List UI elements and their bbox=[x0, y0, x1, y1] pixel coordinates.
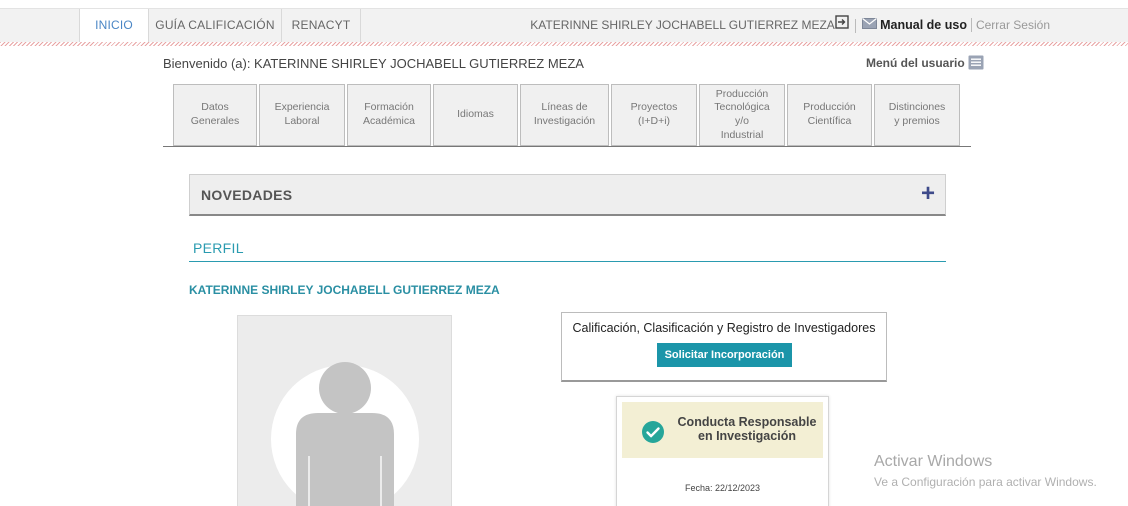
tab-distinciones-premios[interactable]: Distinciones y premios bbox=[874, 84, 960, 146]
menu-list-icon bbox=[968, 55, 984, 73]
tab-label: Distinciones y premios bbox=[888, 101, 946, 127]
calificacion-card: Calificación, Clasificación y Registro d… bbox=[561, 312, 887, 382]
check-circle-icon bbox=[641, 420, 665, 449]
tab-label: Datos Generales bbox=[190, 101, 240, 127]
badge-title: Conducta Responsable en Investigación bbox=[677, 415, 817, 444]
windows-activation-subtitle: Ve a Configuración para activar Windows. bbox=[874, 475, 1097, 489]
top-navbar-strip: INICIO GUÍA CALIFICACIÓN RENACYT KATERIN… bbox=[0, 8, 1128, 42]
profile-section-tabs: Datos Generales Experiencia Laboral Form… bbox=[163, 84, 971, 147]
user-menu-label: Menú del usuario bbox=[866, 56, 965, 71]
nav-tab-renacyt[interactable]: RENACYT bbox=[282, 9, 361, 42]
default-user-avatar-icon bbox=[271, 362, 419, 506]
username-label: KATERINNE SHIRLEY JOCHABELL GUTIERREZ ME… bbox=[530, 18, 835, 32]
decorative-stripe bbox=[0, 42, 1128, 46]
tab-label: Producción Tecnológica y/o Industrial bbox=[714, 87, 770, 141]
expand-plus-icon[interactable]: + bbox=[921, 182, 935, 206]
tab-label: Experiencia Laboral bbox=[274, 101, 330, 127]
researcher-full-name: KATERINNE SHIRLEY JOCHABELL GUTIERREZ ME… bbox=[189, 283, 500, 297]
windows-activation-title: Activar Windows bbox=[874, 453, 993, 470]
tab-experiencia-laboral[interactable]: Experiencia Laboral bbox=[259, 84, 345, 146]
logout-link[interactable]: Cerrar Sesión bbox=[970, 18, 1050, 32]
avatar bbox=[237, 315, 452, 506]
perfil-heading: PERFIL bbox=[193, 240, 244, 256]
conducta-responsable-badge: Conducta Responsable en Investigación Fe… bbox=[616, 396, 829, 506]
exit-profile-icon[interactable] bbox=[835, 9, 849, 42]
mail-icon[interactable] bbox=[861, 9, 877, 42]
top-navbar: INICIO GUÍA CALIFICACIÓN RENACYT KATERIN… bbox=[0, 0, 1128, 46]
tab-label: Formación Académica bbox=[363, 101, 415, 127]
badge-header: Conducta Responsable en Investigación bbox=[622, 402, 823, 458]
nav-tab-inicio[interactable]: INICIO bbox=[79, 9, 149, 42]
calificacion-card-title: Calificación, Clasificación y Registro d… bbox=[572, 321, 876, 335]
badge-date: Fecha: 22/12/2023 bbox=[684, 483, 761, 493]
welcome-text: Bienvenido (a): KATERINNE SHIRLEY JOCHAB… bbox=[163, 56, 584, 71]
tab-lineas-investigacion[interactable]: Líneas de Investigación bbox=[520, 84, 609, 146]
tab-label: Producción Científica bbox=[803, 101, 856, 127]
tab-label: Proyectos (I+D+i) bbox=[630, 101, 678, 127]
user-menu-button[interactable]: Menú del usuario bbox=[866, 55, 984, 73]
tab-label: Idiomas bbox=[457, 108, 494, 121]
tab-label: Líneas de Investigación bbox=[533, 101, 596, 127]
user-toolbar: KATERINNE SHIRLEY JOCHABELL GUTIERREZ ME… bbox=[530, 9, 1050, 42]
tab-produccion-cientifica[interactable]: Producción Científica bbox=[787, 84, 872, 146]
tab-datos-generales[interactable]: Datos Generales bbox=[173, 84, 257, 146]
tab-formacion-academica[interactable]: Formación Académica bbox=[347, 84, 431, 146]
solicitar-incorporacion-button[interactable]: Solicitar Incorporación bbox=[657, 343, 792, 367]
novedades-title: NOVEDADES bbox=[201, 187, 293, 203]
tab-proyectos[interactable]: Proyectos (I+D+i) bbox=[611, 84, 697, 146]
separator bbox=[854, 18, 856, 33]
novedades-panel[interactable]: NOVEDADES + bbox=[189, 174, 946, 216]
tab-idiomas[interactable]: Idiomas bbox=[433, 84, 518, 146]
perfil-divider bbox=[189, 261, 946, 262]
nav-tab-guia-calificacion[interactable]: GUÍA CALIFICACIÓN bbox=[149, 9, 282, 42]
tab-produccion-tecnologica[interactable]: Producción Tecnológica y/o Industrial bbox=[699, 84, 785, 146]
manual-link[interactable]: Manual de uso bbox=[880, 18, 967, 32]
